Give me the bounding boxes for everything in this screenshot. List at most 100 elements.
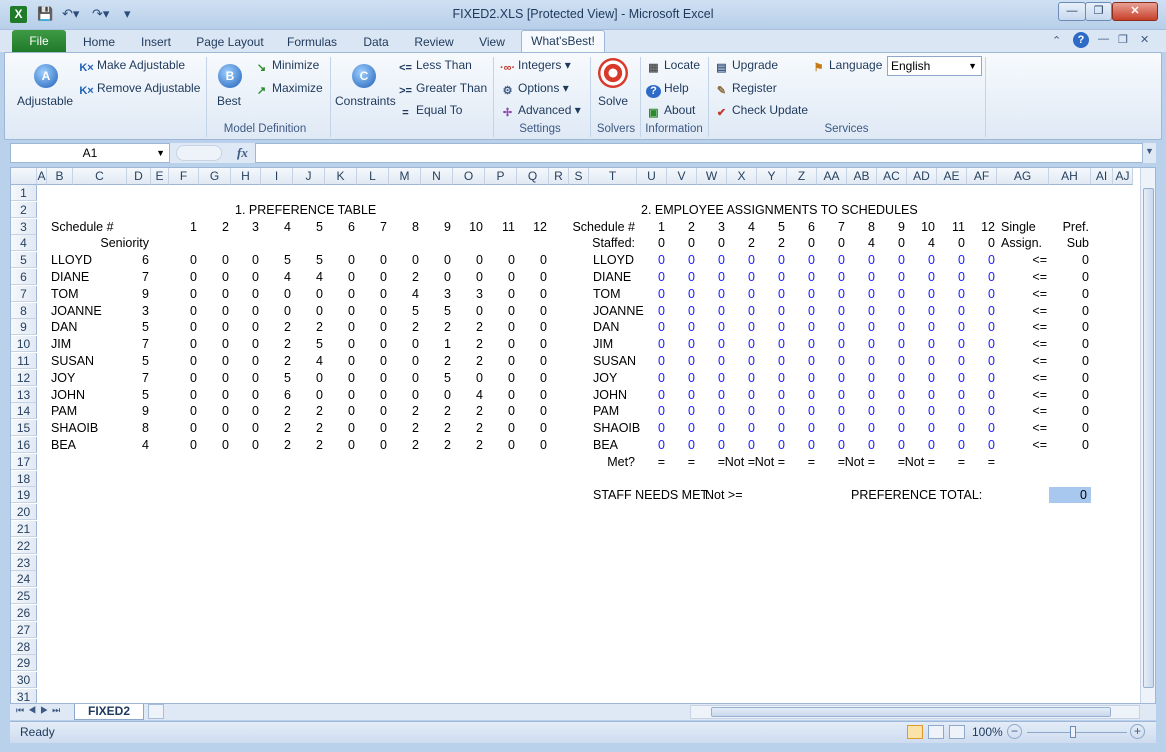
row-header[interactable]: 13 xyxy=(11,386,37,403)
column-header[interactable]: AJ xyxy=(1113,168,1133,185)
row-header[interactable]: 11 xyxy=(11,353,37,369)
language-select[interactable]: English ▼ xyxy=(887,56,982,76)
page-break-view-icon[interactable] xyxy=(949,725,965,739)
preference-value[interactable]: 0 xyxy=(477,319,547,335)
pref-sub-value[interactable]: 0 xyxy=(1009,336,1089,352)
column-header[interactable]: Y xyxy=(757,168,787,185)
make-adjustable-button[interactable]: K× Make Adjustable xyxy=(79,58,185,75)
column-header[interactable]: M xyxy=(389,168,421,185)
row-header[interactable]: 24 xyxy=(11,571,37,588)
column-header[interactable]: K xyxy=(325,168,357,185)
pref-sub-value[interactable]: 0 xyxy=(1009,286,1089,302)
column-header[interactable]: T xyxy=(589,168,637,185)
column-header[interactable]: U xyxy=(637,168,667,185)
row-header[interactable]: 10 xyxy=(11,336,37,353)
column-header[interactable]: X xyxy=(727,168,757,185)
worksheet-grid[interactable]: A B C D E F G H I J K L M N O P Q R S T U V W X Y Z AA AB AC AD AE AF AG… xyxy=(10,167,1156,704)
row-header[interactable]: 21 xyxy=(11,521,37,537)
tab-home[interactable]: Home xyxy=(74,32,124,52)
row-header[interactable]: 15 xyxy=(11,420,37,437)
pref-sub-value[interactable]: 0 xyxy=(1009,437,1089,453)
assignments-title[interactable]: 2. EMPLOYEE ASSIGNMENTS TO SCHEDULES xyxy=(641,202,918,218)
best-button[interactable]: Best xyxy=(217,94,241,108)
tab-data[interactable]: Data xyxy=(354,32,398,52)
column-header[interactable]: AH xyxy=(1049,168,1091,185)
row-header[interactable]: 20 xyxy=(11,504,37,521)
preference-value[interactable]: 0 xyxy=(477,403,547,419)
preference-value[interactable]: 0 xyxy=(477,353,547,369)
employee-name[interactable]: LLOYD xyxy=(51,252,92,268)
staff-needs-label[interactable]: STAFF NEEDS MET: xyxy=(593,487,710,503)
minimize-objective-button[interactable]: ↘ Minimize xyxy=(254,58,319,75)
column-header[interactable]: B xyxy=(47,168,73,185)
vertical-scroll-thumb[interactable] xyxy=(1143,188,1154,688)
row-header[interactable]: 30 xyxy=(11,672,37,689)
preference-value[interactable]: 0 xyxy=(477,437,547,453)
schedule-number[interactable]: 12 xyxy=(477,219,547,235)
zoom-level[interactable]: 100% xyxy=(972,725,1003,739)
tab-review[interactable]: Review xyxy=(408,32,460,52)
about-button[interactable]: ▣ About xyxy=(646,103,695,120)
advanced-button[interactable]: ✢ Advanced ▾ xyxy=(500,103,581,120)
column-header[interactable]: W xyxy=(697,168,727,185)
name-box[interactable]: A1 ▼ xyxy=(10,143,170,163)
register-button[interactable]: ✎ Register xyxy=(714,81,777,98)
row-header[interactable]: 31 xyxy=(11,689,37,703)
row-header[interactable]: 23 xyxy=(11,554,37,571)
row-header[interactable]: 5 xyxy=(11,252,37,269)
column-header[interactable]: N xyxy=(421,168,453,185)
remove-adjustable-button[interactable]: K× Remove Adjustable xyxy=(79,81,200,98)
pref-sub-value[interactable]: 0 xyxy=(1009,370,1089,386)
staffed-count[interactable]: 0 xyxy=(927,235,995,251)
schedule-number[interactable]: 12 xyxy=(927,219,995,235)
zoom-slider[interactable] xyxy=(1027,732,1127,733)
column-header[interactable]: L xyxy=(357,168,389,185)
row-header[interactable]: 8 xyxy=(11,302,37,319)
row-header[interactable]: 16 xyxy=(11,437,37,453)
row-header[interactable]: 1 xyxy=(11,185,37,201)
column-header[interactable]: C xyxy=(73,168,127,185)
workbook-close-icon[interactable]: ✕ xyxy=(1140,33,1149,46)
column-header[interactable]: AE xyxy=(937,168,967,185)
row-header[interactable]: 4 xyxy=(11,235,37,252)
formula-input[interactable] xyxy=(255,143,1143,163)
zoom-in-icon[interactable]: + xyxy=(1130,724,1145,739)
options-button[interactable]: ⚙ Options ▾ xyxy=(500,81,569,98)
zoom-out-icon[interactable]: − xyxy=(1007,724,1022,739)
tab-view[interactable]: View xyxy=(470,32,514,52)
zoom-slider-thumb[interactable] xyxy=(1070,726,1076,738)
row-header[interactable]: 27 xyxy=(11,621,37,638)
adjustable-button[interactable]: Adjustable xyxy=(17,94,73,108)
solve-button[interactable]: Solve xyxy=(598,94,628,108)
tab-file[interactable]: File xyxy=(12,30,66,52)
row-header[interactable]: 9 xyxy=(11,319,37,336)
employee-name[interactable]: BEA xyxy=(51,437,76,453)
tab-insert[interactable]: Insert xyxy=(130,32,182,52)
row-header[interactable]: 22 xyxy=(11,537,37,554)
column-header[interactable]: E xyxy=(151,168,169,185)
employee-name[interactable]: JOY xyxy=(51,370,75,386)
row-header[interactable]: 17 xyxy=(11,453,37,470)
column-header[interactable]: G xyxy=(199,168,231,185)
preference-total-label[interactable]: PREFERENCE TOTAL: xyxy=(851,487,982,503)
upgrade-button[interactable]: ▤ Upgrade xyxy=(714,58,778,75)
pref-label[interactable]: Pref. xyxy=(1009,219,1089,235)
minimize-button[interactable]: — xyxy=(1058,2,1086,21)
fx-icon[interactable]: fx xyxy=(237,145,248,161)
workbook-restore-icon[interactable]: ❐ xyxy=(1118,33,1128,46)
row-header[interactable]: 7 xyxy=(11,285,37,302)
page-layout-view-icon[interactable] xyxy=(928,725,944,739)
preference-value[interactable]: 0 xyxy=(477,303,547,319)
check-update-button[interactable]: ✔ Check Update xyxy=(714,103,808,120)
column-header[interactable]: D xyxy=(127,168,151,185)
preference-value[interactable]: 0 xyxy=(477,269,547,285)
preference-value[interactable]: 0 xyxy=(477,420,547,436)
pref-sub-value[interactable]: 0 xyxy=(1009,252,1089,268)
pref-sub-value[interactable]: 0 xyxy=(1009,403,1089,419)
tab-page-layout[interactable]: Page Layout xyxy=(192,32,268,52)
preference-total-value[interactable]: 0 xyxy=(1049,487,1091,504)
pref-sub-value[interactable]: 0 xyxy=(1009,319,1089,335)
employee-name[interactable]: PAM xyxy=(51,403,77,419)
schedule-label[interactable]: Schedule # xyxy=(51,219,114,235)
row-header[interactable]: 12 xyxy=(11,369,37,386)
